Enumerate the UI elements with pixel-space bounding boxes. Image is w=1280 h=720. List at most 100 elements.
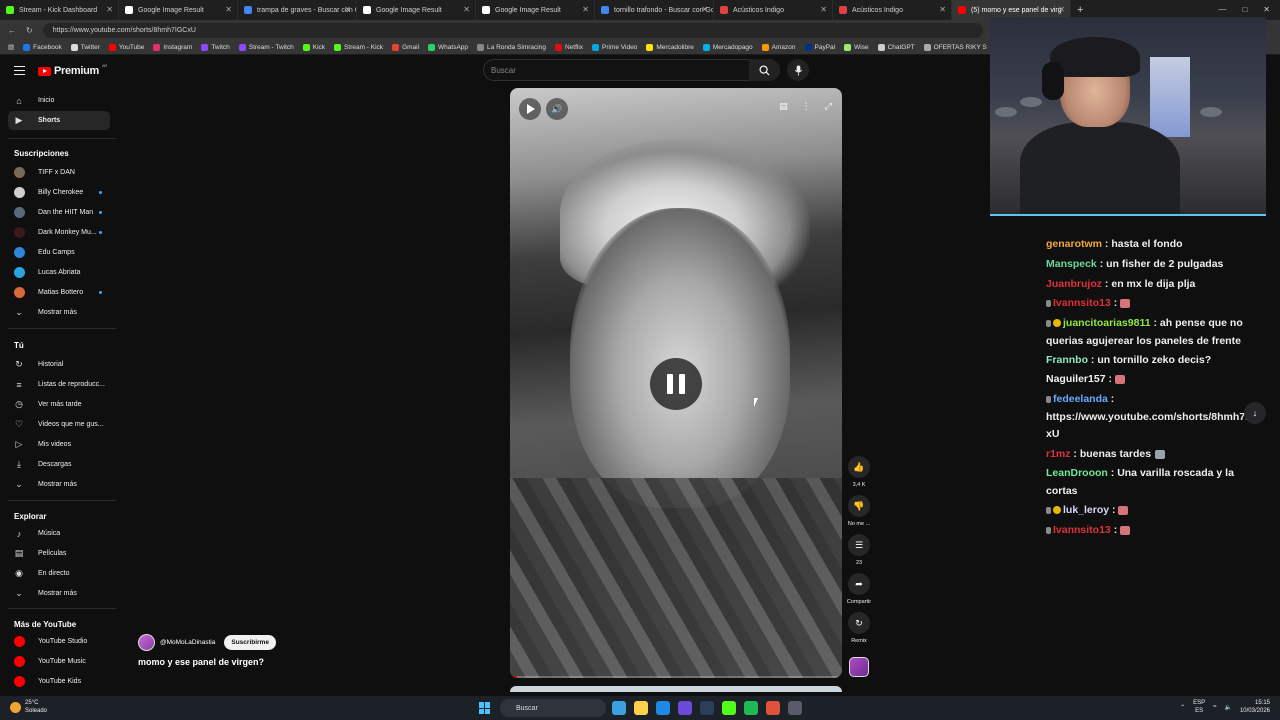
subscription-item[interactable]: Dark Monkey Mu... [8,223,110,242]
search-button[interactable] [749,59,780,81]
language-indicator[interactable]: ESP ES [1193,699,1205,715]
discord-icon[interactable] [678,701,692,715]
sidebar-item-explore[interactable]: ◉ En directo [8,564,110,583]
channel-name[interactable]: @MoMoLaDinastia [160,639,215,646]
chat-username[interactable]: juancitoarias9811 [1063,317,1151,329]
subs-show-more[interactable]: ⌄ Mostrar más [8,303,110,322]
sidebar-item-you[interactable]: ↻ Historial [8,355,110,374]
channel-thumbnail-button[interactable] [849,657,869,677]
browser-tab[interactable]: Acústicos Indigo ✕ [714,0,833,20]
chat-username[interactable]: Frannbo [1046,354,1088,366]
subscription-item[interactable]: Lucas Abriata [8,263,110,282]
wifi-icon[interactable]: ≈ [1213,704,1216,710]
sidebar-item-you[interactable]: ⤓ Descargas [8,455,110,474]
bookmark-item[interactable]: La Ronda Simracing [477,43,546,51]
bookmark-item[interactable]: Twitch [201,43,230,51]
video-progress-bar[interactable] [510,676,842,678]
windows-start-icon[interactable] [479,702,491,714]
apps-icon[interactable]: ▤ [8,43,14,51]
bookmark-item[interactable]: PayPal [804,43,835,51]
search-input[interactable]: Buscar [483,59,780,81]
chat-username[interactable]: fedeelanda [1053,393,1108,405]
file-explorer-icon[interactable] [612,701,626,715]
subscriptions-heading[interactable]: Suscripciones [14,149,69,158]
obs-icon[interactable] [788,701,802,715]
bookmark-item[interactable]: Facebook [23,43,62,51]
sidebar-item-explore[interactable]: ▤ Películas [8,544,110,563]
dislike-action[interactable]: 👎 No me ... [846,495,872,527]
steam-icon[interactable] [700,701,714,715]
browser-tab[interactable]: Stream - Kick Dashboard ✕ [0,0,119,20]
tab-close-icon[interactable]: ✕ [939,5,946,14]
sidebar-item-inicio[interactable]: ⌂ Inicio [8,91,110,110]
voice-search-button[interactable] [787,59,809,81]
bookmark-item[interactable]: Mercadopago [702,43,753,51]
minimize-icon[interactable]: — [1218,5,1226,14]
bookmark-item[interactable]: Stream - Twitch [238,43,294,51]
chat-username[interactable]: Ivannsito13 [1053,524,1111,536]
subscription-item[interactable]: Matias Bottero [8,283,110,302]
bookmark-item[interactable]: Kick [302,43,325,51]
chat-username[interactable]: r1mz [1046,448,1071,460]
tab-close-icon[interactable]: ✕ [106,5,113,14]
captions-icon[interactable]: ▤ [779,101,788,112]
bookmark-item[interactable]: Amazon [761,43,796,51]
chat-username[interactable]: LeanDrooon [1046,467,1108,479]
volume-button[interactable]: 🔊 [546,98,568,120]
next-short-preview[interactable] [510,686,842,692]
tab-close-icon[interactable]: ✕ [1058,5,1065,14]
bookmark-item[interactable]: Mercadolibre [646,43,694,51]
bookmark-item[interactable]: WhatsApp [428,43,468,51]
folder-icon[interactable] [634,701,648,715]
share-action[interactable]: ➦ Compartir [846,573,872,605]
sidebar-item-you[interactable]: ≡ Listas de reproducc... [8,375,110,394]
tab-close-icon[interactable]: ✕ [820,5,827,14]
close-window-icon[interactable]: ✕ [1263,5,1270,14]
tab-close-icon[interactable]: ✕ [463,5,470,14]
sidebar-item-explore[interactable]: ♪ Música [8,524,110,543]
maximize-icon[interactable]: □ [1242,5,1247,14]
subscription-item[interactable]: Billy Cherokee [8,183,110,202]
bookmark-item[interactable]: OFERTAS RIKY S [923,43,987,51]
bookmark-item[interactable]: ChatGPT [877,43,915,51]
url-field[interactable]: https://www.youtube.com/shorts/8hmh7IGCx… [42,22,983,38]
chat-username[interactable]: Naguiler157 [1046,373,1106,385]
tab-close-icon[interactable]: ✕ [582,5,589,14]
bookmark-item[interactable]: Gmail [392,43,419,51]
explore-heading[interactable]: Explorar [14,512,46,521]
new-tab-icon[interactable]: + [1077,4,1083,16]
sidebar-item-you[interactable]: ♡ Videos que me gus... [8,415,110,434]
subscription-item[interactable]: Edu Camps [8,243,110,262]
chat-username[interactable]: Juanbrujoz [1046,278,1102,290]
spotify-icon[interactable] [744,701,758,715]
sidebar-item-more[interactable]: YouTube Studio [8,632,110,651]
sidebar-item-more[interactable]: YouTube Kids [8,672,110,691]
clock[interactable]: 15:15 10/03/2026 [1240,699,1270,715]
sidebar-item-you[interactable]: ◷ Ver más tarde [8,395,110,414]
bookmark-item[interactable]: Prime Video [592,43,637,51]
tab-close-icon[interactable]: ✕ [344,5,351,14]
browser-tab[interactable]: Acústicos Indigo ✕ [833,0,952,20]
pause-overlay-button[interactable] [650,358,702,410]
bookmark-item[interactable]: Wise [844,43,869,51]
like-action[interactable]: 👍 3,4 K [846,456,872,488]
more-options-icon[interactable]: ⋮ [802,101,811,112]
more-youtube-heading[interactable]: Más de YouTube [14,620,76,629]
weather-widget[interactable]: 25°C Soleado [10,699,47,715]
kick-icon[interactable] [722,701,736,715]
tab-close-icon[interactable]: ✕ [701,5,708,14]
short-video-player[interactable]: 🔊 ▤ ⋮ ⤢ [510,88,842,678]
you-show-more[interactable]: ⌄ Mostrar más [8,475,110,494]
comments-action[interactable]: ☰ 23 [846,534,872,566]
you-heading[interactable]: Tú [14,341,24,350]
taskbar-search[interactable]: Buscar [500,699,606,717]
browser-tab[interactable]: tornillo trafondo - Buscar con Go ✕ [595,0,714,20]
remix-action[interactable]: ↻ Remix [846,612,872,644]
subscribe-button[interactable]: Suscribirme [224,635,276,650]
chat-username[interactable]: Ivannsito13 [1053,297,1111,309]
reload-icon[interactable]: ↻ [26,26,33,35]
channel-avatar[interactable] [138,634,155,651]
back-icon[interactable]: ← [8,26,16,35]
subscription-item[interactable]: TIFF x DAN [8,163,110,182]
youtube-premium-logo[interactable]: Premium AR [38,63,107,77]
